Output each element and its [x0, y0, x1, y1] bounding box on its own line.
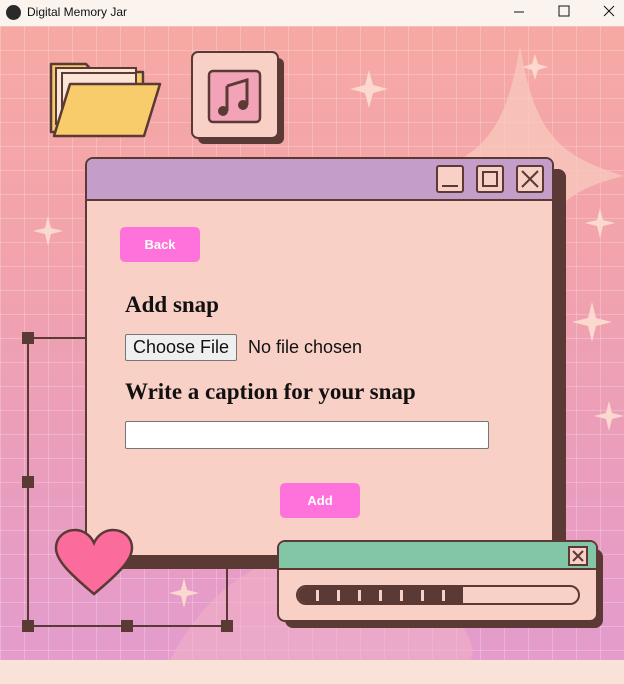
file-status-text: No file chosen [248, 337, 363, 357]
progress-titlebar [279, 542, 596, 570]
close-icon [603, 5, 615, 17]
sparkle-icon [585, 208, 615, 238]
add-button[interactable]: Add [280, 483, 360, 518]
progress-tick [400, 590, 403, 601]
progress-tick [358, 590, 361, 601]
os-minimize-button[interactable] [496, 0, 542, 26]
sparkle-icon [350, 70, 388, 108]
frame-handle [22, 332, 34, 344]
sparkle-icon [594, 401, 624, 431]
window-close-button[interactable] [516, 165, 544, 193]
progress-window [277, 540, 598, 622]
minimize-icon [514, 11, 524, 13]
add-snap-heading: Add snap [125, 292, 219, 317]
close-icon [521, 170, 539, 188]
caption-input[interactable] [125, 421, 489, 449]
progress-tick [337, 590, 340, 601]
sparkle-icon [572, 302, 612, 342]
progress-bar [296, 585, 580, 605]
caption-label: Write a caption for your snap [125, 379, 416, 404]
back-button[interactable]: Back [120, 227, 200, 262]
frame-handle [22, 620, 34, 632]
progress-tick [421, 590, 424, 601]
os-close-button[interactable] [586, 0, 624, 26]
music-note-icon [191, 51, 284, 144]
folder-icon [49, 62, 162, 138]
title-bar: Digital Memory Jar [0, 0, 624, 26]
frame-handle [121, 620, 133, 632]
heart-icon [54, 528, 134, 596]
add-snap-window: Back Add snap Choose File No file chosen… [85, 157, 554, 557]
progress-tick [379, 590, 382, 601]
choose-file-button[interactable]: Choose File [125, 334, 238, 361]
frame-handle [221, 620, 233, 632]
progress-tick [442, 590, 445, 601]
close-icon [572, 550, 584, 562]
app-logo-icon [6, 5, 21, 20]
progress-close-button[interactable] [568, 546, 588, 566]
maximize-icon [558, 5, 570, 17]
sparkle-icon [169, 578, 199, 608]
progress-tick [316, 590, 319, 601]
sparkle-icon [33, 216, 63, 246]
os-maximize-button[interactable] [541, 0, 587, 26]
window-maximize-button[interactable] [476, 165, 504, 193]
minimize-icon [442, 185, 458, 187]
frame-handle [22, 476, 34, 488]
maximize-icon [482, 171, 498, 187]
app-title: Digital Memory Jar [27, 5, 128, 19]
window-minimize-button[interactable] [436, 165, 464, 193]
footer-strip [0, 660, 624, 684]
window-titlebar [87, 159, 552, 201]
